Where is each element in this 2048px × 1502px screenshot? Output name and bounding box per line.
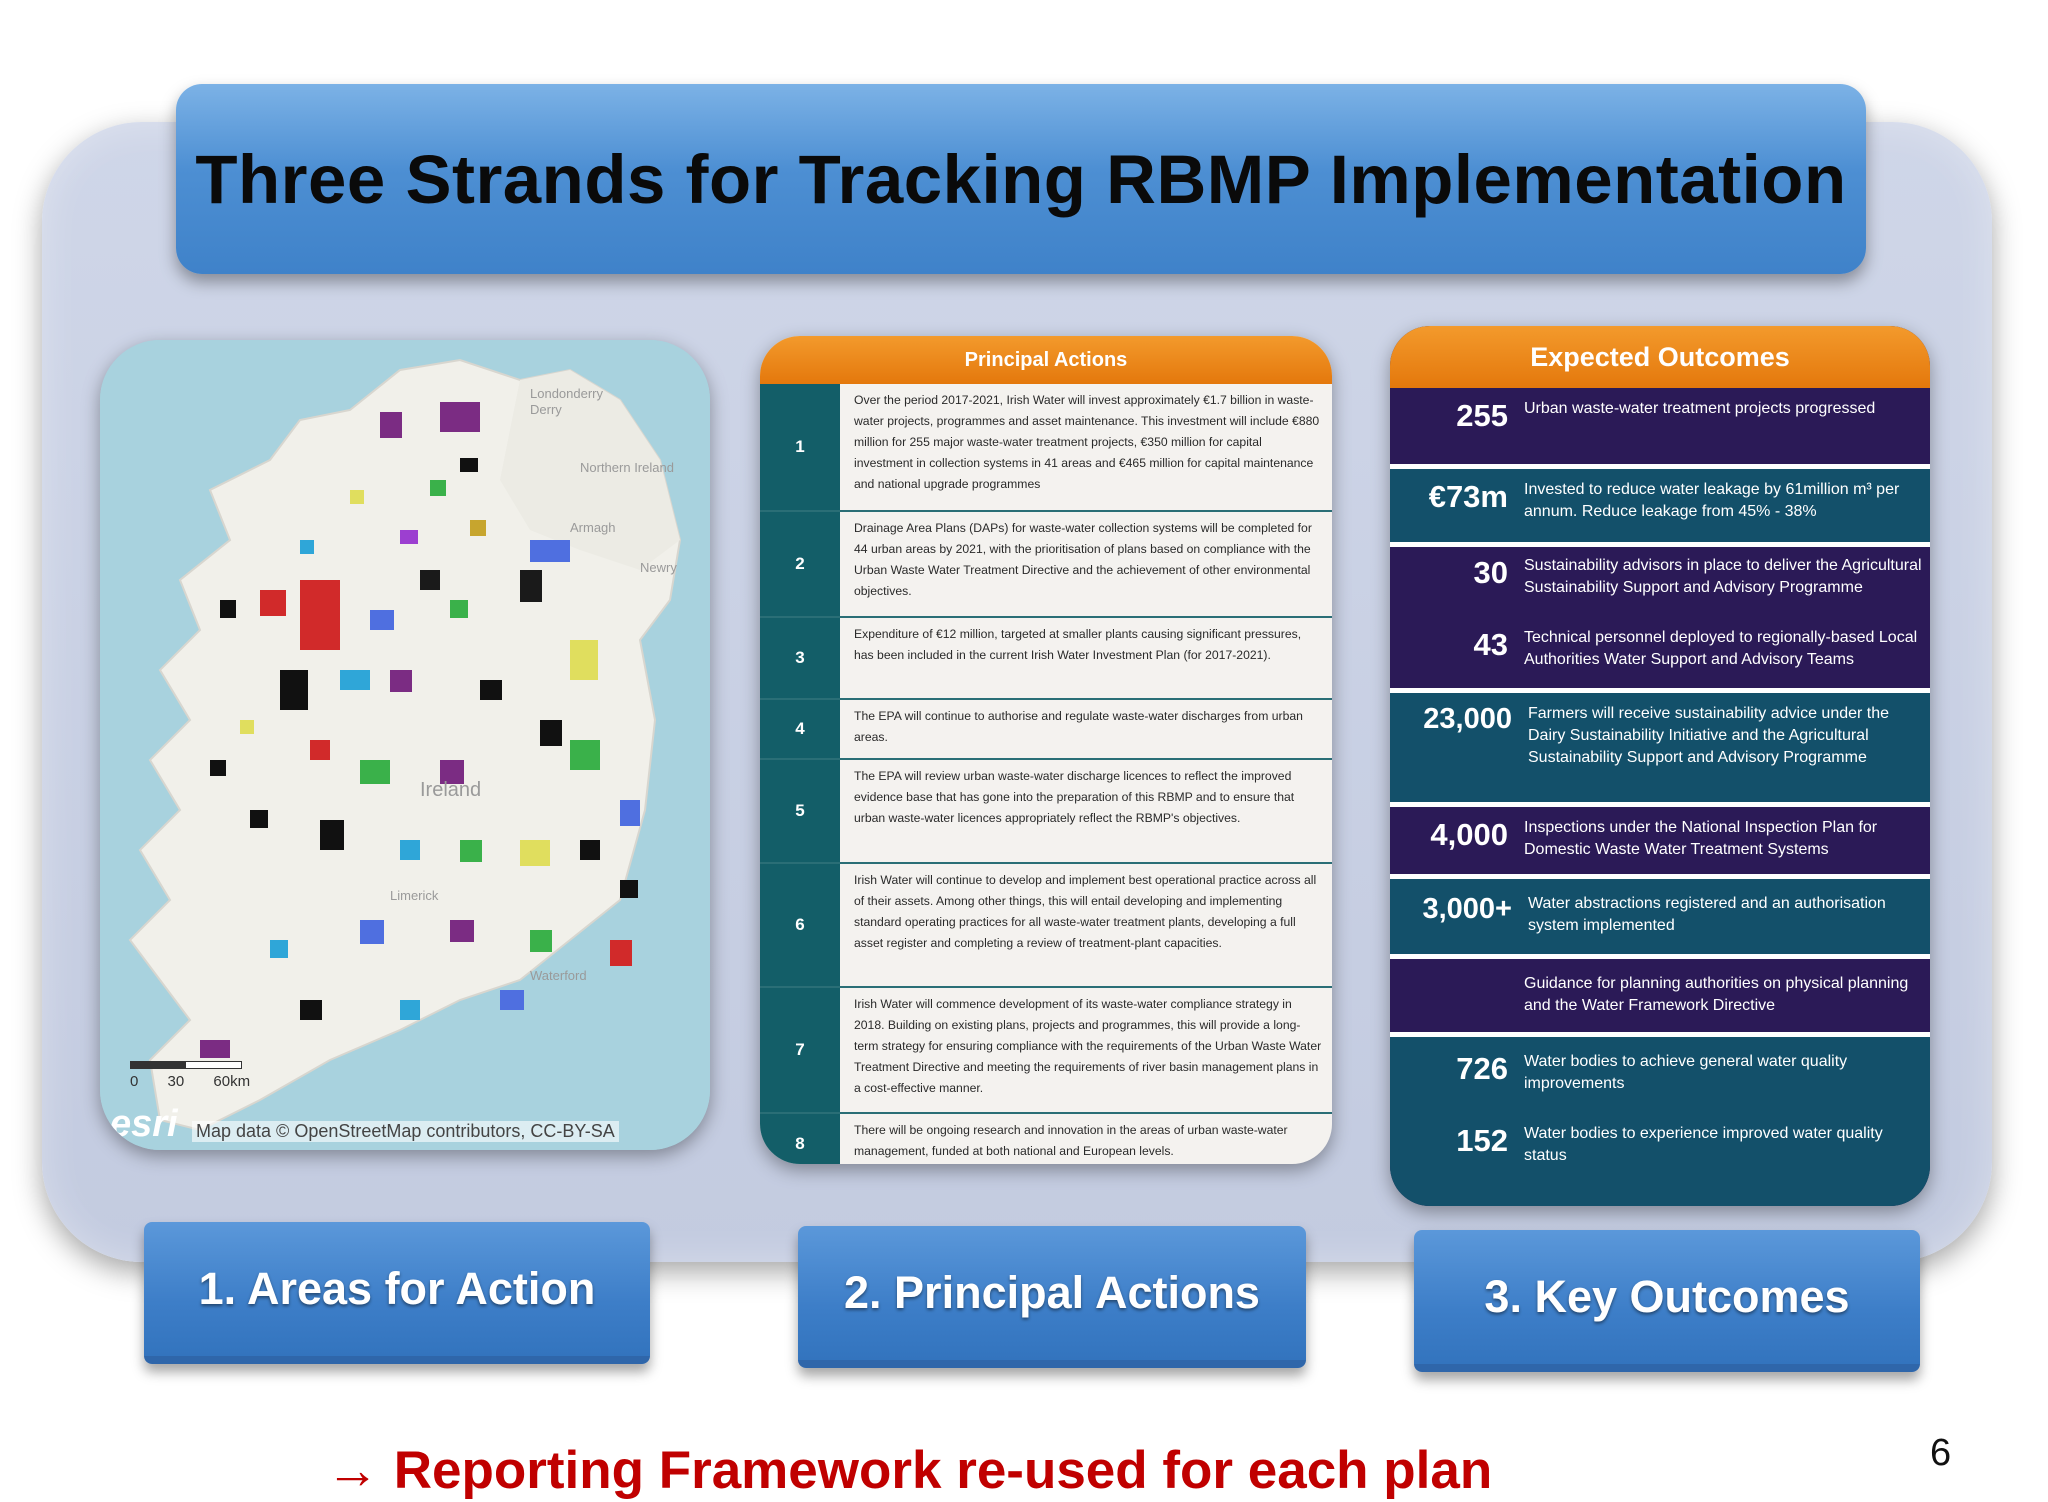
title-banner: Three Strands for Tracking RBMP Implemen…: [176, 84, 1866, 274]
principal-action-text: Over the period 2017-2021, Irish Water w…: [854, 393, 1320, 491]
principal-action-row: 4 The EPA will continue to authorise and…: [760, 700, 1332, 760]
map-label-northern-ireland: Northern Ireland: [580, 460, 674, 475]
map-label-derry: Derry: [530, 402, 562, 417]
outcome-text: Technical personnel deployed to regional…: [1524, 629, 1918, 668]
strand-label: 2. Principal Actions: [844, 1267, 1260, 1318]
page-number: 6: [1930, 1432, 1952, 1474]
outcome-text: Farmers will receive sustainability advi…: [1528, 705, 1890, 766]
outcome-text: Inspections under the National Inspectio…: [1524, 819, 1878, 858]
principal-action-row: 6 Irish Water will continue to develop a…: [760, 864, 1332, 988]
outcome-value: 726: [1456, 1051, 1508, 1086]
outcome-value: [1390, 973, 1524, 1032]
outcome-value: 152: [1456, 1123, 1508, 1158]
outcome-value: 23,000: [1423, 703, 1512, 735]
outcome-row: 726 Water bodies to achieve general wate…: [1390, 1037, 1930, 1206]
outcome-row: 255 Urban waste-water treatment projects…: [1390, 388, 1930, 469]
map-credit: Map data © OpenStreetMap contributors, C…: [192, 1121, 619, 1142]
outcome-row: 30 Sustainability advisors in place to d…: [1390, 547, 1930, 693]
principal-action-row: 2 Drainage Area Plans (DAPs) for waste-w…: [760, 512, 1332, 618]
outcome-value: 30: [1473, 555, 1508, 590]
map-label-limerick: Limerick: [390, 888, 439, 903]
principal-action-number: 6: [760, 864, 840, 986]
outcome-row: 23,000 Farmers will receive sustainabili…: [1390, 693, 1930, 807]
outcome-text: Water bodies to achieve general water qu…: [1524, 1053, 1848, 1092]
areas-for-action-map: Londonderry Derry Northern Ireland Armag…: [100, 340, 710, 1150]
outcome-text: Water bodies to experience improved wate…: [1524, 1125, 1883, 1164]
outcome-text: Water abstractions registered and an aut…: [1528, 895, 1886, 934]
principal-action-row: 7 Irish Water will commence development …: [760, 988, 1332, 1114]
slide-title: Three Strands for Tracking RBMP Implemen…: [195, 140, 1847, 218]
outcome-text: Invested to reduce water leakage by 61mi…: [1524, 481, 1900, 520]
outcome-row: 4,000 Inspections under the National Ins…: [1390, 807, 1930, 879]
map-label-armagh: Armagh: [570, 520, 616, 535]
strand-label: 3. Key Outcomes: [1484, 1271, 1850, 1322]
outcome-value: 3,000+: [1422, 893, 1512, 925]
expected-outcomes-table: Expected Outcomes 255 Urban waste-water …: [1390, 326, 1930, 1206]
outcome-value: 43: [1473, 627, 1508, 662]
principal-action-number: 1: [760, 384, 840, 510]
outcome-text: Urban waste-water treatment projects pro…: [1524, 400, 1876, 417]
principal-action-text: Irish Water will continue to develop and…: [854, 873, 1317, 950]
principal-action-number: 4: [760, 700, 840, 758]
footer-note: → Reporting Framework re-used for each p…: [326, 1441, 1493, 1500]
map-label-waterford: Waterford: [530, 968, 587, 983]
outcome-row: 3,000+ Water abstractions registered and…: [1390, 879, 1930, 959]
outcome-text: Sustainability advisors in place to deli…: [1524, 557, 1922, 596]
map-label-londonderry: Londonderry: [530, 386, 603, 401]
strand-areas-for-action: 1. Areas for Action: [144, 1222, 650, 1364]
outcome-row: Guidance for planning authorities on phy…: [1390, 959, 1930, 1037]
principal-actions-header: Principal Actions: [760, 336, 1332, 384]
ireland-map-graphic: Londonderry Derry Northern Ireland Armag…: [100, 340, 710, 1150]
strand-principal-actions: 2. Principal Actions: [798, 1226, 1306, 1368]
principal-action-text: The EPA will continue to authorise and r…: [854, 709, 1303, 744]
principal-action-text: There will be ongoing research and innov…: [854, 1123, 1288, 1158]
principal-action-row: 3 Expenditure of €12 million, targeted a…: [760, 618, 1332, 700]
principal-action-number: 5: [760, 760, 840, 862]
principal-action-row: 8 There will be ongoing research and inn…: [760, 1114, 1332, 1164]
principal-action-text: Drainage Area Plans (DAPs) for waste-wat…: [854, 521, 1312, 598]
outcome-text: Guidance for planning authorities on phy…: [1524, 975, 1909, 1014]
esri-logo: esri: [110, 1103, 178, 1145]
principal-action-number: 7: [760, 988, 840, 1112]
outcome-value: 4,000: [1430, 817, 1508, 852]
principal-action-text: The EPA will review urban waste-water di…: [854, 769, 1295, 825]
outcome-row: €73m Invested to reduce water leakage by…: [1390, 469, 1930, 547]
map-label-ireland: Ireland: [420, 779, 481, 801]
strand-key-outcomes: 3. Key Outcomes: [1414, 1230, 1920, 1372]
expected-outcomes-header: Expected Outcomes: [1390, 326, 1930, 388]
strand-label: 1. Areas for Action: [198, 1263, 596, 1314]
outcome-value: €73m: [1428, 479, 1508, 514]
map-label-newry: Newry: [640, 560, 677, 575]
principal-actions-table: Principal Actions 1 Over the period 2017…: [760, 336, 1332, 1164]
outcome-value: 255: [1456, 398, 1508, 433]
principal-action-text: Irish Water will commence development of…: [854, 997, 1322, 1095]
principal-action-row: 1 Over the period 2017-2021, Irish Water…: [760, 384, 1332, 512]
principal-action-number: 2: [760, 512, 840, 616]
principal-action-text: Expenditure of €12 million, targeted at …: [854, 627, 1302, 662]
map-scale-bar: 0 30 60km: [130, 1061, 250, 1090]
principal-action-number: 3: [760, 618, 840, 698]
principal-action-row: 5 The EPA will review urban waste-water …: [760, 760, 1332, 864]
